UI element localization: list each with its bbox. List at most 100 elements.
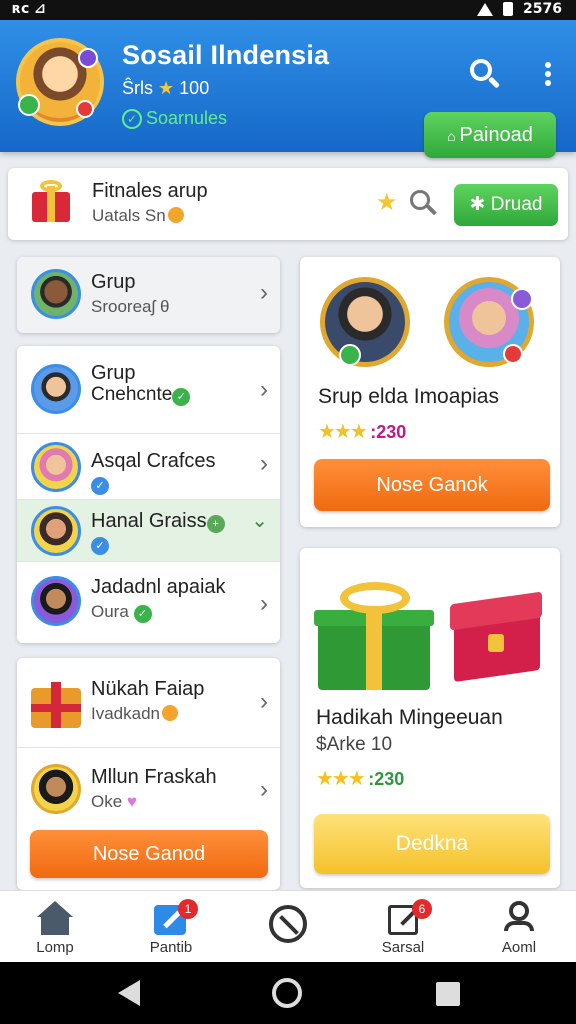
- status-bar: ʀc ⊿ 2576: [0, 0, 576, 20]
- gift-icon: [30, 180, 72, 222]
- list-item[interactable]: Grup Cnehcnte ✓ ›: [17, 346, 280, 434]
- header-status: ✓ Soarnules: [122, 108, 227, 129]
- list-item[interactable]: Nükah Faiap Ivadkadn ›: [17, 658, 280, 748]
- list-item-selected[interactable]: Hanal Graiss + ✓ ⌄: [17, 500, 280, 562]
- group-item-subtitle: ✓: [91, 534, 109, 555]
- verified-icon: ✓: [172, 388, 191, 406]
- rating-count: :230: [368, 769, 405, 789]
- rating: ★★★ :230: [318, 419, 406, 444]
- verified-icon: ✓: [91, 477, 109, 495]
- group-item-title: Hanal Graiss +: [91, 510, 225, 533]
- gift-action-button[interactable]: Dedkna: [314, 814, 550, 874]
- alert-badge-icon: [503, 344, 523, 364]
- rating: ★★★ :230: [316, 766, 404, 791]
- status-text: Soarnules: [146, 108, 228, 128]
- verified-icon: ✓: [91, 537, 109, 555]
- notify-action-button[interactable]: ✱ Druad: [454, 184, 558, 226]
- recents-icon[interactable]: [436, 982, 460, 1006]
- nav-item-edit[interactable]: 1 Pantib: [126, 891, 216, 963]
- gift-title: Hadikah Mingeeuan: [316, 706, 503, 729]
- check-icon: ✓: [122, 108, 142, 129]
- chevron-right-icon: ›: [260, 688, 268, 715]
- subline-count: 100: [179, 78, 210, 98]
- group-subtitle: Srooreaʃ θ: [91, 297, 170, 316]
- home-circle-icon[interactable]: [272, 978, 302, 1008]
- chat-badge-icon: [78, 48, 98, 68]
- group-item-subtitle: Cnehcnte ✓: [91, 384, 191, 406]
- nav-item-explore[interactable]: [242, 891, 332, 963]
- chevron-right-icon: ›: [260, 450, 268, 477]
- group-item-title: Asqal Crafces: [91, 450, 216, 472]
- status-left: ʀc ⊿: [12, 1, 46, 17]
- left-action-button[interactable]: Nose Ganod: [30, 830, 268, 878]
- gift-item-subtitle: Ivadkadn: [91, 704, 178, 724]
- group-item-title: Grup: [91, 362, 136, 384]
- nav-item-home[interactable]: Lomp: [10, 891, 100, 963]
- chevron-right-icon: ›: [260, 776, 268, 803]
- nav-item-profile[interactable]: Aoml: [474, 891, 564, 963]
- chat-badge-icon: [511, 288, 533, 310]
- search-icon[interactable]: [466, 56, 502, 92]
- group-item-subtitle: ✓: [91, 474, 109, 495]
- avatar: [31, 764, 81, 814]
- signal-icon: [477, 2, 494, 16]
- add-icon: +: [206, 515, 225, 533]
- nav-item-compose[interactable]: 6 Sarsal: [358, 891, 448, 963]
- feature-title: Srup elda Imoapias: [318, 385, 499, 408]
- coin-icon: [162, 705, 178, 721]
- more-icon[interactable]: [540, 62, 556, 90]
- app-header: Sosail Ilndensia Ŝrls ★ 100 ✓ Soarnules …: [0, 20, 576, 158]
- compass-icon: [269, 905, 307, 943]
- notification-bar[interactable]: Fitnales arup Uatals Sn ★ ✱ Druad: [8, 168, 568, 240]
- feature-card: Srup elda Imoapias ★★★ :230 Nose Ganok: [300, 257, 560, 527]
- system-nav-bar: [0, 962, 576, 1024]
- avatar: [31, 506, 81, 556]
- group-header-card[interactable]: Grup Srooreaʃ θ ›: [17, 257, 280, 333]
- home-icon: [37, 901, 73, 935]
- bottom-nav: Lomp 1 Pantib 6 Sarsal Aoml: [0, 890, 576, 962]
- heart-icon: ♥: [126, 792, 138, 811]
- list-item[interactable]: Grup Srooreaʃ θ ›: [17, 257, 280, 333]
- verified-icon: ✓: [133, 605, 152, 623]
- list-item[interactable]: Mllun Fraskah Oke ♥ ›: [17, 748, 280, 820]
- chevron-right-icon: ›: [260, 279, 268, 306]
- group-item-subtitle: Oura ✓: [91, 602, 152, 623]
- feature-action-button[interactable]: Nose Ganok: [314, 459, 550, 511]
- stars-icon: ★★★: [316, 768, 366, 790]
- notify-subtitle: Uatals Sn: [92, 206, 184, 226]
- avatar: [31, 364, 81, 414]
- group-item-title: Jadadnl apaiak: [91, 576, 226, 598]
- battery-icon: [503, 2, 514, 16]
- search-icon[interactable]: [408, 188, 438, 218]
- gift-card: Hadikah Mingeeuan $Arke 10 ★★★ :230 Dedk…: [300, 548, 560, 888]
- chevron-right-icon: ›: [260, 376, 268, 403]
- nav-label: Sarsal: [381, 939, 425, 956]
- back-icon[interactable]: [118, 980, 140, 1006]
- avatar[interactable]: [444, 277, 534, 367]
- subline-prefix: Ŝrls: [122, 78, 153, 98]
- status-time: 2576: [523, 1, 562, 17]
- gift-icon: [314, 582, 434, 690]
- alert-badge-icon: [76, 100, 94, 118]
- header-action-button[interactable]: ⌂ Painoad: [424, 112, 556, 158]
- gift-price: $Arke 10: [316, 734, 393, 755]
- group-title: Grup: [91, 271, 136, 293]
- list-item[interactable]: Asqal Crafces ✓ ›: [17, 434, 280, 500]
- gift-box-icon: [29, 676, 83, 730]
- nav-label: Aoml: [501, 939, 537, 956]
- gift-list-card: Nükah Faiap Ivadkadn › Mllun Fraskah Oke…: [17, 658, 280, 890]
- gift-item-subtitle: Oke ♥: [91, 792, 138, 811]
- gift-item-title: Nükah Faiap: [91, 678, 205, 700]
- list-item[interactable]: Jadadnl apaiak Oura ✓ ›: [17, 562, 280, 643]
- avatar[interactable]: [320, 277, 410, 367]
- star-icon[interactable]: ★: [376, 188, 398, 217]
- profile-avatar[interactable]: [16, 38, 104, 126]
- user-icon: [504, 901, 534, 937]
- gift-box-icon: [450, 588, 546, 684]
- online-badge-icon: [18, 94, 40, 116]
- chevron-down-icon[interactable]: ⌄: [251, 508, 268, 533]
- chevron-right-icon: ›: [260, 590, 268, 617]
- notify-title: Fitnales arup: [92, 180, 208, 202]
- notification-badge: 1: [178, 899, 198, 919]
- coin-icon: [167, 207, 184, 223]
